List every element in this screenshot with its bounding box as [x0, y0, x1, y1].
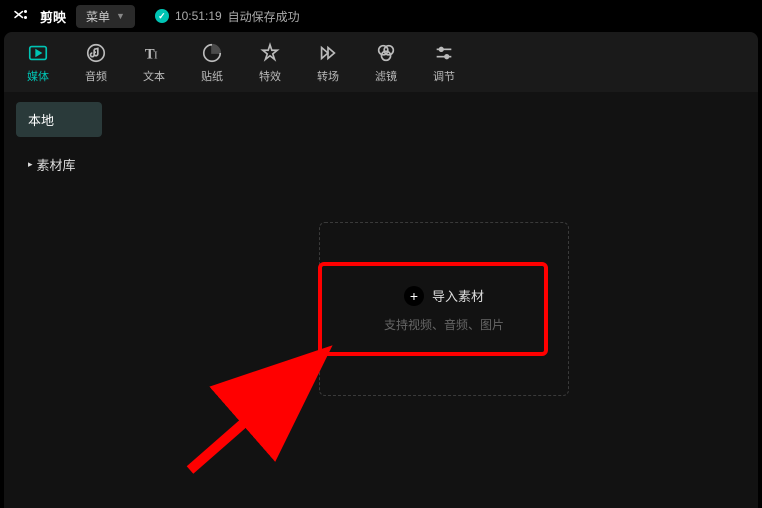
menu-label: 菜单	[86, 8, 110, 25]
status-text: 自动保存成功	[228, 8, 300, 25]
tool-media[interactable]: 媒体	[18, 41, 58, 84]
import-hint: 支持视频、音频、图片	[384, 316, 504, 333]
tool-label: 文本	[143, 68, 165, 84]
sidebar-item-library[interactable]: ▸ 素材库	[16, 147, 102, 182]
sidebar-item-label: 素材库	[37, 155, 76, 174]
tool-label: 滤镜	[375, 68, 397, 84]
status-area: ✓ 10:51:19 自动保存成功	[155, 8, 300, 25]
tool-label: 媒体	[27, 68, 49, 84]
sidebar: 本地 ▸ 素材库	[4, 92, 114, 508]
sidebar-item-local[interactable]: 本地	[16, 102, 102, 137]
adjust-icon	[432, 41, 456, 65]
toolbar: 媒体 音频 T I 文本 贴纸	[4, 32, 758, 92]
chevron-down-icon: ▼	[116, 11, 125, 21]
workspace: 本地 ▸ 素材库 + 导入素材 支持视频、音频、图片	[4, 92, 758, 508]
tool-adjust[interactable]: 调节	[424, 41, 464, 84]
tool-label: 转场	[317, 68, 339, 84]
app-title: 剪映	[40, 7, 66, 26]
tool-label: 特效	[259, 68, 281, 84]
audio-icon	[84, 41, 108, 65]
import-dropzone[interactable]: + 导入素材 支持视频、音频、图片	[319, 222, 569, 396]
tool-transition[interactable]: 转场	[308, 41, 348, 84]
titlebar: 剪映 菜单 ▼ ✓ 10:51:19 自动保存成功	[0, 0, 762, 32]
tool-label: 调节	[433, 68, 455, 84]
tool-label: 音频	[85, 68, 107, 84]
tool-effect[interactable]: 特效	[250, 41, 290, 84]
sticker-icon	[200, 41, 224, 65]
plus-icon: +	[404, 286, 424, 306]
media-icon	[26, 41, 50, 65]
sidebar-item-label: 本地	[28, 110, 54, 129]
caret-right-icon: ▸	[28, 159, 33, 170]
tool-filter[interactable]: 滤镜	[366, 41, 406, 84]
check-icon: ✓	[155, 9, 169, 23]
tool-audio[interactable]: 音频	[76, 41, 116, 84]
import-row: + 导入素材	[404, 286, 484, 306]
tool-sticker[interactable]: 贴纸	[192, 41, 232, 84]
import-label: 导入素材	[432, 286, 484, 305]
text-icon: T I	[142, 41, 166, 65]
main-area: + 导入素材 支持视频、音频、图片	[114, 92, 758, 508]
tool-label: 贴纸	[201, 68, 223, 84]
transition-icon	[316, 41, 340, 65]
effect-icon	[258, 41, 282, 65]
tool-text[interactable]: T I 文本	[134, 41, 174, 84]
status-timestamp: 10:51:19	[175, 9, 222, 23]
svg-text:I: I	[154, 49, 158, 61]
app-logo-icon	[12, 7, 30, 25]
filter-icon	[374, 41, 398, 65]
menu-dropdown[interactable]: 菜单 ▼	[76, 5, 135, 28]
